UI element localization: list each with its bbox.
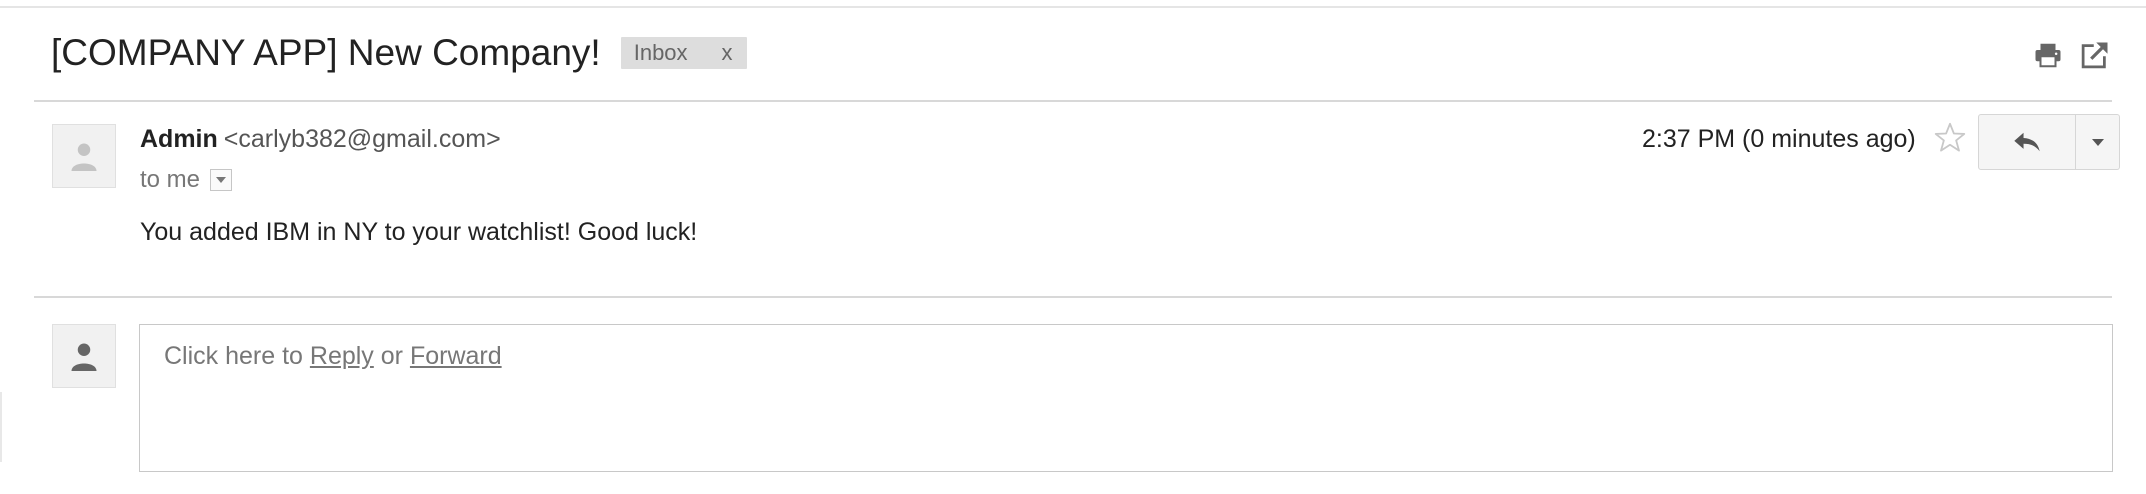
forward-link[interactable]: Forward [410,342,502,370]
reply-prompt[interactable]: Click here to Reply or Forward [164,342,502,371]
label-name[interactable]: Inbox [634,40,688,66]
sender-line: Admin <carlyb382@gmail.com> [140,125,501,154]
top-divider [0,6,2146,8]
chevron-down-icon [2091,138,2104,146]
message-divider [34,296,2112,298]
label-chip-inbox[interactable]: Inbox x [620,37,747,69]
email-subject: [COMPANY APP] New Company! [51,32,601,73]
show-details-button[interactable] [210,169,233,191]
sender-name[interactable]: Admin [140,125,218,153]
sender-email: <carlyb382@gmail.com> [223,125,501,153]
person-icon [71,343,97,371]
recipient-line: to me [140,166,233,194]
reply-prompt-middle: or [373,342,410,370]
quick-reply-box[interactable]: Click here to Reply or Forward [139,324,2113,472]
message-timestamp: 2:37 PM (0 minutes ago) [1642,125,1916,153]
remove-label-button[interactable]: x [722,40,733,66]
reply-button[interactable] [1978,114,2076,170]
star-icon[interactable] [1932,120,1968,156]
chevron-down-icon [216,177,227,183]
subject-row: [COMPANY APP] New Company! Inbox x [51,28,747,78]
reply-icon [2014,132,2040,152]
recipient-text: to me [140,166,201,193]
more-actions-button[interactable] [2076,114,2120,170]
reply-prompt-prefix: Click here to [164,342,310,370]
sender-avatar[interactable] [52,124,116,188]
person-icon [71,143,97,171]
open-in-new-window-icon[interactable] [2080,40,2110,70]
reply-link[interactable]: Reply [310,342,374,370]
my-avatar [52,324,116,388]
print-icon[interactable] [2033,40,2063,70]
header-divider [34,100,2112,102]
reply-button-group [1978,114,2120,170]
message-body: You added IBM in NY to your watchlist! G… [140,218,698,246]
window-edge [0,392,2,462]
